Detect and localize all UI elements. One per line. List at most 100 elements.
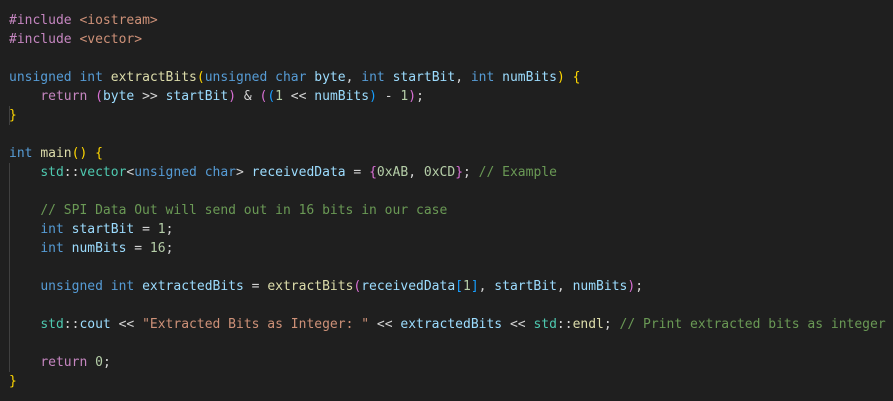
code-line[interactable]: int startBit = 1; (9, 220, 893, 239)
text-token: :: (556, 317, 573, 332)
type-token: std (40, 317, 64, 332)
text-token: , (408, 165, 424, 180)
code-line[interactable]: // SPI Data Out will send out in 16 bits… (9, 201, 893, 220)
variable-token: startBit (392, 70, 456, 85)
bracket-token: ( (95, 89, 103, 104)
text-token: = (126, 241, 150, 256)
keyword-token: int (110, 279, 135, 294)
code-line[interactable] (9, 334, 893, 353)
bracket-token: ) (369, 89, 377, 104)
control-token: #include (9, 13, 72, 28)
variable-token: numBits (502, 70, 557, 85)
string-token: <iostream> (79, 13, 158, 28)
number-token: 0 (95, 355, 103, 370)
bracket-token: ] (470, 279, 479, 294)
code-line[interactable] (9, 296, 893, 315)
number-token: 1 (462, 279, 471, 294)
code-line[interactable]: return 0; (9, 353, 893, 372)
text-token: << (110, 317, 143, 332)
text-token: > (236, 165, 252, 180)
function-token: main (40, 146, 72, 161)
text-token: ; (603, 317, 620, 332)
text-token: ; (102, 355, 111, 370)
text-token: << (502, 317, 534, 332)
bracket-token: () (71, 146, 88, 161)
text-token: << (369, 317, 401, 332)
code-line[interactable]: int main() { (9, 144, 893, 163)
bracket-token: } (9, 108, 17, 123)
code-line[interactable]: unsigned int extractedBits = extractBits… (9, 277, 893, 296)
keyword-token: int (361, 70, 385, 85)
text-token: = (134, 222, 158, 237)
type-token: std (40, 165, 64, 180)
variable-token: startBit (71, 222, 135, 237)
keyword-token: unsigned (9, 70, 72, 85)
text-token: , (478, 279, 495, 294)
code-line[interactable] (9, 125, 893, 144)
bracket-token: [ (455, 279, 463, 294)
text-token: :: (63, 317, 80, 332)
comment-token: // Print extracted bits as integer (619, 317, 886, 332)
code-line[interactable]: int numBits = 16; (9, 239, 893, 258)
bracket-token: ) (408, 89, 417, 104)
control-token: return (40, 89, 88, 104)
code-line[interactable]: } (9, 106, 893, 125)
code-line[interactable]: unsigned int extractBits(unsigned char b… (9, 68, 893, 87)
code-line[interactable]: std::vector<unsigned char> receivedData … (9, 163, 893, 182)
comment-token: // Example (478, 165, 557, 180)
bracket-token: { (95, 146, 103, 161)
code-line[interactable]: return (byte >> startBit) & ((1 << numBi… (9, 87, 893, 106)
bracket-token: ( (196, 70, 205, 85)
code-line[interactable] (9, 49, 893, 68)
code-line[interactable]: std::cout << "Extracted Bits as Integer:… (9, 315, 893, 334)
variable-token: byte (314, 70, 346, 85)
text-token: = (345, 165, 370, 180)
string-token: <vector> (79, 32, 143, 47)
bracket-token: { (572, 70, 581, 85)
comment-token: // SPI Data Out will send out in 16 bits… (40, 203, 448, 218)
function-token: extractBits (110, 70, 197, 85)
variable-token: receivedData (251, 165, 346, 180)
code-line[interactable] (9, 258, 893, 277)
code-line[interactable] (9, 182, 893, 201)
text-token: - (376, 89, 401, 104)
code-line[interactable]: } (9, 372, 893, 391)
code-editor[interactable]: #include <iostream> #include <vector> un… (0, 0, 893, 401)
keyword-token: int (40, 222, 64, 237)
keyword-token: unsigned (134, 165, 197, 180)
function-token: endl (572, 317, 604, 332)
bracket-token: } (9, 374, 17, 389)
keyword-token: int (9, 146, 33, 161)
control-token: #include (9, 32, 72, 47)
bracket-token: ) (556, 70, 565, 85)
number-token: 1 (275, 89, 283, 104)
text-token: ; (165, 241, 174, 256)
keyword-token: char (275, 70, 307, 85)
variable-token: startBit (165, 89, 229, 104)
keyword-token: unsigned (40, 279, 103, 294)
number-token: 0xAB (376, 165, 409, 180)
text-token: & (236, 89, 260, 104)
function-token: extractBits (267, 279, 354, 294)
text-token: , (556, 279, 573, 294)
code-line[interactable]: #include <vector> (9, 30, 893, 49)
variable-token: receivedData (361, 279, 456, 294)
bracket-token: ( (267, 89, 276, 104)
text-token: ; (463, 165, 479, 180)
number-token: 16 (149, 241, 166, 256)
keyword-token: int (40, 241, 64, 256)
code-line[interactable]: #include <iostream> (9, 11, 893, 30)
